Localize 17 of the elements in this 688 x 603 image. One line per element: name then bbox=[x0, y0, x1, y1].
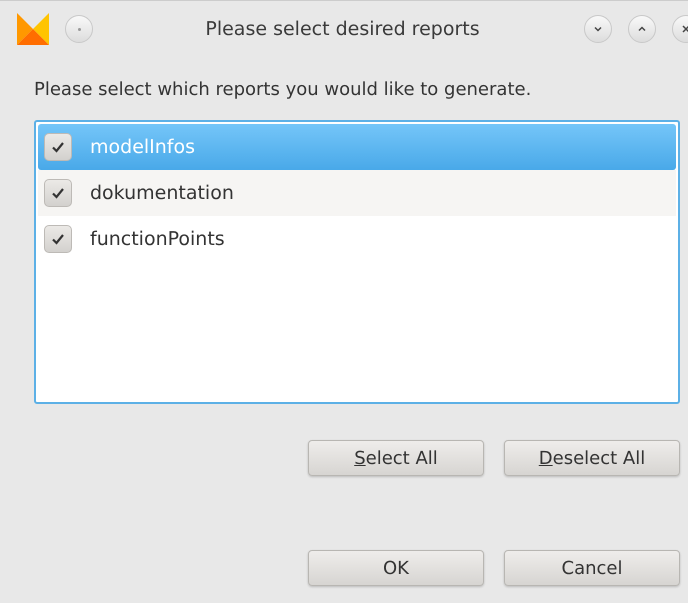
dialog-button[interactable]: Cancel bbox=[504, 550, 680, 586]
selection-button[interactable]: Select All bbox=[308, 440, 484, 476]
report-label: modelInfos bbox=[90, 136, 196, 158]
report-label: dokumentation bbox=[90, 182, 234, 204]
checkbox[interactable] bbox=[44, 133, 72, 161]
chevron-down-icon bbox=[593, 24, 603, 34]
report-label: functionPoints bbox=[90, 228, 225, 250]
dialog-button[interactable]: OK bbox=[308, 550, 484, 586]
prompt-text: Please select which reports you would like to generate. bbox=[34, 79, 532, 100]
report-item[interactable]: dokumentation bbox=[38, 170, 676, 216]
chevron-up-icon bbox=[637, 24, 647, 34]
selection-button[interactable]: Deselect All bbox=[504, 440, 680, 476]
checkbox[interactable] bbox=[44, 179, 72, 207]
checkbox[interactable] bbox=[44, 225, 72, 253]
app-logo-icon bbox=[17, 13, 49, 45]
window-title: Please select desired reports bbox=[204, 18, 481, 40]
close-icon bbox=[681, 24, 688, 34]
